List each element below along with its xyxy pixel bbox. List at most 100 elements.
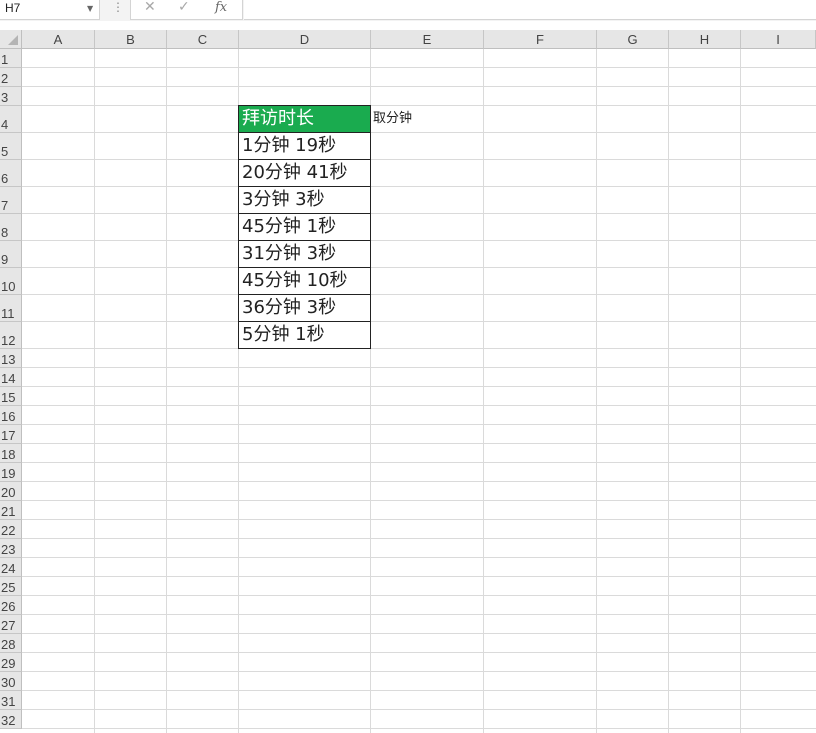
gridline [22, 132, 816, 133]
row-header-12[interactable]: 12 [0, 322, 22, 349]
check-icon[interactable]: ✓ [178, 0, 190, 14]
row-header-4[interactable]: 4 [0, 106, 22, 133]
row-header-18[interactable]: 18 [0, 444, 22, 463]
gridline [22, 728, 816, 729]
gridline [166, 49, 167, 733]
gridline [94, 49, 95, 733]
row-header-25[interactable]: 25 [0, 577, 22, 596]
gridline [22, 462, 816, 463]
row-header-23[interactable]: 23 [0, 539, 22, 558]
gridline [22, 105, 816, 106]
gridline [22, 538, 816, 539]
row-header-27[interactable]: 27 [0, 615, 22, 634]
row-header-32[interactable]: 32 [0, 710, 22, 729]
row-header-7[interactable]: 7 [0, 187, 22, 214]
name-box-dropdown-icon[interactable]: ▼ [87, 4, 93, 13]
row-header-22[interactable]: 22 [0, 520, 22, 539]
column-header-F[interactable]: F [484, 30, 597, 49]
gridline [22, 652, 816, 653]
column-header-G[interactable]: G [597, 30, 669, 49]
column-header-H[interactable]: H [669, 30, 741, 49]
gridline [740, 49, 741, 733]
gridline [22, 481, 816, 482]
row-header-17[interactable]: 17 [0, 425, 22, 444]
gridline [22, 595, 816, 596]
column-header-E[interactable]: E [371, 30, 484, 49]
gridline [22, 213, 816, 214]
cell-E4[interactable]: 取分钟 [371, 106, 412, 133]
gridline [22, 186, 816, 187]
name-box-value: H7 [5, 1, 21, 15]
row-header-30[interactable]: 30 [0, 672, 22, 691]
column-header-C[interactable]: C [167, 30, 239, 49]
row-header-3[interactable]: 3 [0, 87, 22, 106]
row-header-20[interactable]: 20 [0, 482, 22, 501]
row-header-16[interactable]: 16 [0, 406, 22, 425]
gridline [22, 633, 816, 634]
gridline [22, 557, 816, 558]
row-header-29[interactable]: 29 [0, 653, 22, 672]
row-header-26[interactable]: 26 [0, 596, 22, 615]
cell-D10[interactable]: 45分钟 10秒 [238, 268, 371, 295]
gridline [22, 367, 816, 368]
gridline [22, 576, 816, 577]
row-header-21[interactable]: 21 [0, 501, 22, 520]
insert-function-button[interactable]: fx [215, 1, 227, 15]
cell-D6[interactable]: 20分钟 41秒 [238, 160, 371, 187]
cell-D11[interactable]: 36分钟 3秒 [238, 295, 371, 322]
row-header-2[interactable]: 2 [0, 68, 22, 87]
gridline [22, 348, 816, 349]
column-header-D[interactable]: D [239, 30, 371, 49]
formula-input[interactable] [244, 0, 816, 20]
row-header-15[interactable]: 15 [0, 387, 22, 406]
formula-bar-splitter-icon[interactable]: ⋮ [112, 0, 124, 14]
formula-bar: H7 ▼ ⋮ ✕ ✓ fx [0, 0, 816, 21]
worksheet-grid[interactable]: A B C D E F G H I 1 2 3 4 5 6 7 8 9 10 1… [0, 30, 816, 733]
gridline [22, 321, 816, 322]
column-header-A[interactable]: A [22, 30, 95, 49]
gridline [22, 86, 816, 87]
gridline [22, 159, 816, 160]
cell-D8[interactable]: 45分钟 1秒 [238, 214, 371, 241]
gridline [668, 49, 669, 733]
gridline [22, 386, 816, 387]
gridline [22, 671, 816, 672]
cancel-icon[interactable]: ✕ [144, 0, 156, 14]
row-header-11[interactable]: 11 [0, 295, 22, 322]
cell-D7[interactable]: 3分钟 3秒 [238, 187, 371, 214]
gridline [22, 614, 816, 615]
column-header-I[interactable]: I [741, 30, 816, 49]
select-all-button[interactable] [0, 30, 22, 49]
gridline [22, 709, 816, 710]
gridline [22, 519, 816, 520]
cell-D12[interactable]: 5分钟 1秒 [238, 322, 371, 349]
gridline [22, 405, 816, 406]
row-header-6[interactable]: 6 [0, 160, 22, 187]
gridline [22, 443, 816, 444]
gridline [483, 49, 484, 733]
formula-buttons: ✕ ✓ fx [130, 0, 243, 20]
gridline [596, 49, 597, 733]
column-header-B[interactable]: B [95, 30, 167, 49]
row-header-1[interactable]: 1 [0, 49, 22, 68]
name-box[interactable]: H7 ▼ [0, 0, 100, 20]
row-header-13[interactable]: 13 [0, 349, 22, 368]
row-header-28[interactable]: 28 [0, 634, 22, 653]
gridline [22, 424, 816, 425]
row-header-31[interactable]: 31 [0, 691, 22, 710]
cell-D5[interactable]: 1分钟 19秒 [238, 133, 371, 160]
row-header-8[interactable]: 8 [0, 214, 22, 241]
gridline [22, 690, 816, 691]
row-header-24[interactable]: 24 [0, 558, 22, 577]
gridline [22, 294, 816, 295]
gridline [22, 67, 816, 68]
row-header-10[interactable]: 10 [0, 268, 22, 295]
gridline [22, 267, 816, 268]
cell-D4-header[interactable]: 拜访时长 [238, 105, 371, 133]
cell-D9[interactable]: 31分钟 3秒 [238, 241, 371, 268]
row-header-14[interactable]: 14 [0, 368, 22, 387]
row-header-5[interactable]: 5 [0, 133, 22, 160]
gridline [22, 500, 816, 501]
row-header-9[interactable]: 9 [0, 241, 22, 268]
row-header-19[interactable]: 19 [0, 463, 22, 482]
